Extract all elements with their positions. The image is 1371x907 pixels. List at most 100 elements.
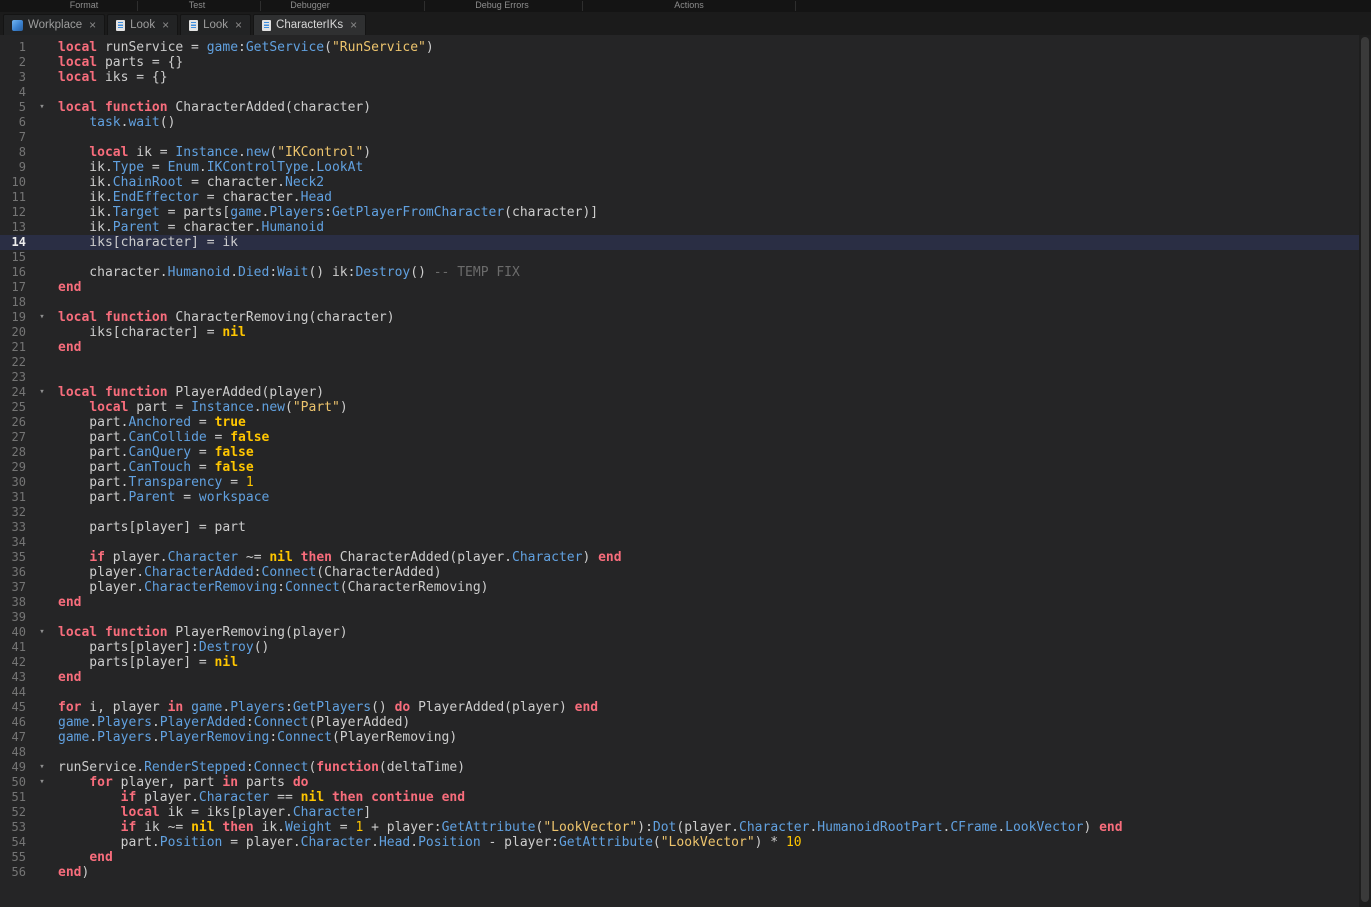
line-number[interactable]: 52 <box>2 805 26 820</box>
fold-arrow-icon[interactable]: ▾ <box>26 625 58 640</box>
fold-arrow-icon[interactable]: ▾ <box>26 775 58 790</box>
code-line[interactable]: 13 ik.Parent = character.Humanoid <box>0 220 1359 235</box>
code-line[interactable]: 12 ik.Target = parts[game.Players:GetPla… <box>0 205 1359 220</box>
line-number[interactable]: 49 <box>2 760 26 775</box>
code-line[interactable]: 50▾ for player, part in parts do <box>0 775 1359 790</box>
line-number[interactable]: 51 <box>2 790 26 805</box>
code-line[interactable]: 39 <box>0 610 1359 625</box>
code-line[interactable]: 49▾runService.RenderStepped:Connect(func… <box>0 760 1359 775</box>
tab-close-icon[interactable]: × <box>89 19 96 31</box>
code-line[interactable]: 10 ik.ChainRoot = character.Neck2 <box>0 175 1359 190</box>
code-line[interactable]: 17end <box>0 280 1359 295</box>
code-line[interactable]: 18 <box>0 295 1359 310</box>
line-number[interactable]: 53 <box>2 820 26 835</box>
line-number[interactable]: 23 <box>2 370 26 385</box>
code-line[interactable]: 42 parts[player] = nil <box>0 655 1359 670</box>
code-line[interactable]: 23 <box>0 370 1359 385</box>
line-number[interactable]: 55 <box>2 850 26 865</box>
code-line[interactable]: 26 part.Anchored = true <box>0 415 1359 430</box>
code-line[interactable]: 37 player.CharacterRemoving:Connect(Char… <box>0 580 1359 595</box>
code-line[interactable]: 25 local part = Instance.new("Part") <box>0 400 1359 415</box>
line-number[interactable]: 5 <box>2 100 26 115</box>
code-line[interactable]: 51 if player.Character == nil then conti… <box>0 790 1359 805</box>
code-line[interactable]: 47game.Players.PlayerRemoving:Connect(Pl… <box>0 730 1359 745</box>
code-line[interactable]: 20 iks[character] = nil <box>0 325 1359 340</box>
line-number[interactable]: 6 <box>2 115 26 130</box>
line-number[interactable]: 21 <box>2 340 26 355</box>
line-number[interactable]: 33 <box>2 520 26 535</box>
line-number[interactable]: 12 <box>2 205 26 220</box>
line-number[interactable]: 25 <box>2 400 26 415</box>
code-line[interactable]: 27 part.CanCollide = false <box>0 430 1359 445</box>
code-line[interactable]: 11 ik.EndEffector = character.Head <box>0 190 1359 205</box>
scrollbar-thumb[interactable] <box>1361 37 1369 902</box>
code-line[interactable]: 40▾local function PlayerRemoving(player) <box>0 625 1359 640</box>
line-number[interactable]: 4 <box>2 85 26 100</box>
line-number[interactable]: 11 <box>2 190 26 205</box>
line-number[interactable]: 39 <box>2 610 26 625</box>
code-line[interactable]: 29 part.CanTouch = false <box>0 460 1359 475</box>
code-line[interactable]: 14 iks[character] = ik <box>0 235 1359 250</box>
line-number[interactable]: 47 <box>2 730 26 745</box>
code-line[interactable]: 53 if ik ~= nil then ik.Weight = 1 + pla… <box>0 820 1359 835</box>
line-number[interactable]: 7 <box>2 130 26 145</box>
code-line[interactable]: 38end <box>0 595 1359 610</box>
code-line[interactable]: 32 <box>0 505 1359 520</box>
code-line[interactable]: 3local iks = {} <box>0 70 1359 85</box>
code-line[interactable]: 41 parts[player]:Destroy() <box>0 640 1359 655</box>
code-line[interactable]: 46game.Players.PlayerAdded:Connect(Playe… <box>0 715 1359 730</box>
code-line[interactable]: 1local runService = game:GetService("Run… <box>0 40 1359 55</box>
line-number[interactable]: 8 <box>2 145 26 160</box>
line-number[interactable]: 48 <box>2 745 26 760</box>
line-number[interactable]: 42 <box>2 655 26 670</box>
code-line[interactable]: 34 <box>0 535 1359 550</box>
code-line[interactable]: 2local parts = {} <box>0 55 1359 70</box>
code-line[interactable]: 9 ik.Type = Enum.IKControlType.LookAt <box>0 160 1359 175</box>
line-number[interactable]: 50 <box>2 775 26 790</box>
code-line[interactable]: 28 part.CanQuery = false <box>0 445 1359 460</box>
line-number[interactable]: 44 <box>2 685 26 700</box>
tab-look[interactable]: Look× <box>180 14 251 35</box>
line-number[interactable]: 36 <box>2 565 26 580</box>
code-line[interactable]: 35 if player.Character ~= nil then Chara… <box>0 550 1359 565</box>
fold-arrow-icon[interactable]: ▾ <box>26 100 58 115</box>
code-line[interactable]: 43end <box>0 670 1359 685</box>
code-line[interactable]: 19▾local function CharacterRemoving(char… <box>0 310 1359 325</box>
line-number[interactable]: 29 <box>2 460 26 475</box>
code-line[interactable]: 54 part.Position = player.Character.Head… <box>0 835 1359 850</box>
code-line[interactable]: 5▾local function CharacterAdded(characte… <box>0 100 1359 115</box>
code-line[interactable]: 6 task.wait() <box>0 115 1359 130</box>
line-number[interactable]: 26 <box>2 415 26 430</box>
line-number[interactable]: 2 <box>2 55 26 70</box>
tab-close-icon[interactable]: × <box>162 19 169 31</box>
tab-look[interactable]: Look× <box>107 14 178 35</box>
tab-close-icon[interactable]: × <box>235 19 242 31</box>
line-number[interactable]: 14 <box>2 235 26 250</box>
line-number[interactable]: 13 <box>2 220 26 235</box>
line-number[interactable]: 45 <box>2 700 26 715</box>
code-line[interactable]: 56end) <box>0 865 1359 880</box>
line-number[interactable]: 43 <box>2 670 26 685</box>
line-number[interactable]: 28 <box>2 445 26 460</box>
line-number[interactable]: 16 <box>2 265 26 280</box>
line-number[interactable]: 38 <box>2 595 26 610</box>
code-line[interactable]: 4 <box>0 85 1359 100</box>
line-number[interactable]: 15 <box>2 250 26 265</box>
code-line[interactable]: 52 local ik = iks[player.Character] <box>0 805 1359 820</box>
code-line[interactable]: 30 part.Transparency = 1 <box>0 475 1359 490</box>
script-editor[interactable]: 1local runService = game:GetService("Run… <box>0 35 1359 907</box>
code-line[interactable]: 22 <box>0 355 1359 370</box>
code-line[interactable]: 44 <box>0 685 1359 700</box>
code-line[interactable]: 24▾local function PlayerAdded(player) <box>0 385 1359 400</box>
line-number[interactable]: 19 <box>2 310 26 325</box>
line-number[interactable]: 40 <box>2 625 26 640</box>
code-line[interactable]: 8 local ik = Instance.new("IKControl") <box>0 145 1359 160</box>
vertical-scrollbar[interactable] <box>1359 35 1371 907</box>
line-number[interactable]: 24 <box>2 385 26 400</box>
line-number[interactable]: 41 <box>2 640 26 655</box>
code-line[interactable]: 36 player.CharacterAdded:Connect(Charact… <box>0 565 1359 580</box>
line-number[interactable]: 27 <box>2 430 26 445</box>
tab-workplace[interactable]: Workplace× <box>3 14 105 35</box>
line-number[interactable]: 31 <box>2 490 26 505</box>
fold-arrow-icon[interactable]: ▾ <box>26 385 58 400</box>
